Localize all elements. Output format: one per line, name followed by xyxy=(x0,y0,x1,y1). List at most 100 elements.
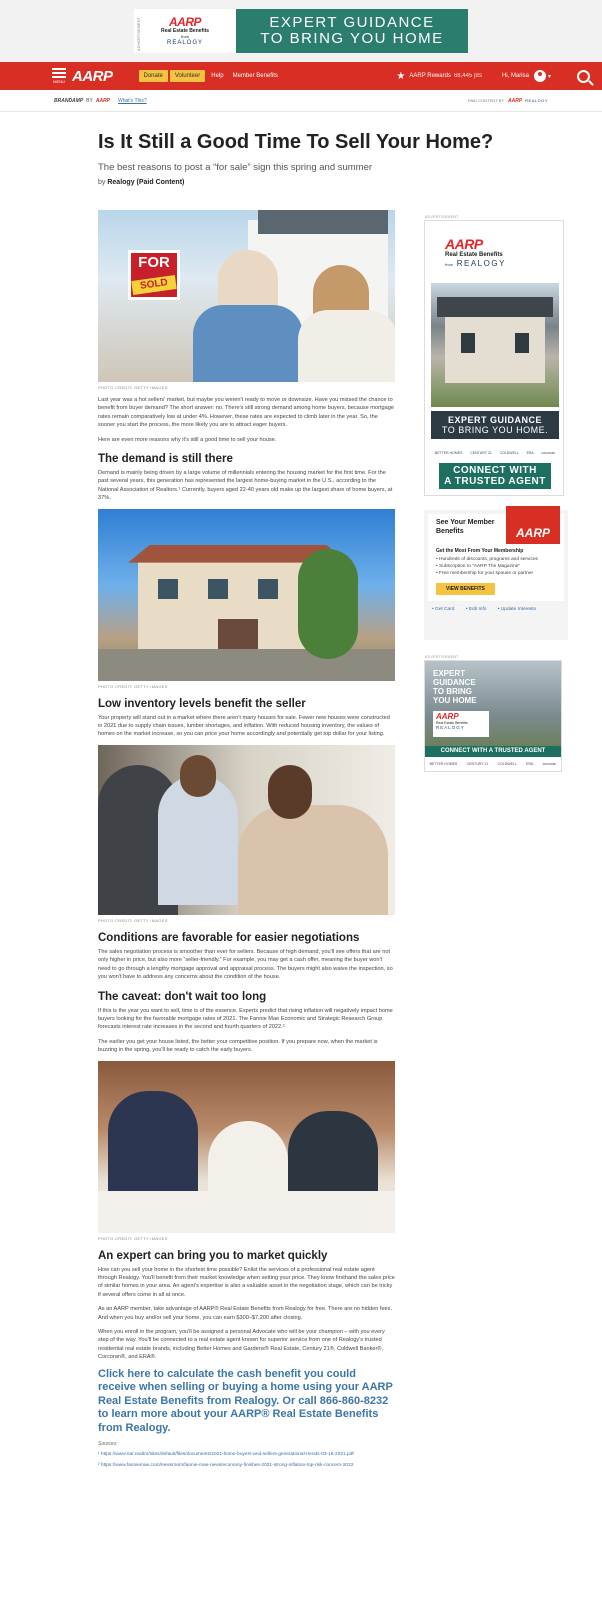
byline-by: by xyxy=(98,179,106,186)
connect-agent-button[interactable]: CONNECT WITH A TRUSTED AGENT xyxy=(425,746,561,757)
ad-headline-line1: EXPERT GUIDANCE xyxy=(447,415,542,425)
get-card-link[interactable]: • Get Card xyxy=(432,607,459,612)
brandamp-by: BY xyxy=(86,97,93,104)
aarp-home-logo[interactable]: AARP xyxy=(72,68,113,85)
brandamp-row: BRANDAMP BY AARP What's This? PAID CONTE… xyxy=(0,90,602,112)
paragraph: Here are even more reasons why it's stil… xyxy=(98,436,277,443)
edit-info-link[interactable]: • Edit Info xyxy=(466,607,492,612)
aarp-logo: AARP xyxy=(168,15,202,29)
paid-content-label: PAID CONTENT BY xyxy=(468,98,504,103)
paragraph: How can you sell your home in the shorte… xyxy=(98,1266,395,1298)
ad-tag: ADVERTISEMENT xyxy=(425,215,459,219)
ad-brand-logos: BETTER HOMES CENTURY 21 COLDWELL ERA cor… xyxy=(434,451,556,455)
brandamp-label: BRANDAMP xyxy=(54,97,84,104)
realogy-logo: REALOGY xyxy=(436,725,465,730)
paragraph: As an AARP member, take advantage of AAR… xyxy=(98,1306,393,1321)
ad-brand-logos: BETTER HOMES CENTURY 21 COLDWELL ERA cor… xyxy=(425,757,561,771)
calculate-benefit-link[interactable]: Click here to calculate the cash benefit… xyxy=(98,1368,395,1436)
rewards-link[interactable]: ★ AARP Rewards 68,445 pts xyxy=(396,71,482,82)
byline: by Realogy (Paid Content) xyxy=(98,179,404,186)
section-heading-conditions: Conditions are favorable for easier nego… xyxy=(98,931,360,944)
member-benefits-subtitle: Get the Most From Your Membership xyxy=(436,548,524,554)
photo-credit: PHOTO CREDIT: GETTY IMAGES xyxy=(98,917,168,923)
section-heading-inventory: Low inventory levels benefit the seller xyxy=(98,697,306,710)
photo-credit: PHOTO CREDIT: GETTY IMAGES xyxy=(98,683,168,689)
photo-handshake xyxy=(98,744,395,915)
ad-tag: ADVERTISEMENT xyxy=(425,655,459,659)
main-nav: MENU AARP Donate Volunteer Help Member B… xyxy=(0,62,602,90)
volunteer-button[interactable]: Volunteer xyxy=(169,70,206,82)
for-sign-text: FOR xyxy=(138,254,170,271)
paragraph: When you enroll in the program, you'll b… xyxy=(98,1328,385,1361)
article-header: Is It Still a Good Time To Sell Your Hom… xyxy=(98,130,494,186)
top-banner-ad-area: ADVERTISEMENT AARP Real Estate Benefits … xyxy=(0,0,602,62)
sidebar-ad-1[interactable]: ADVERTISEMENT AARP Real Estate Benefits … xyxy=(424,215,564,496)
ad-tag: ADVERTISEMENT xyxy=(136,17,141,51)
ad-house-image xyxy=(431,283,559,407)
member-benefits-title: See Your Member Benefits xyxy=(436,519,495,535)
ad-headline-line2: TO BRING YOU HOME xyxy=(260,30,444,47)
aarp-logo: AARP xyxy=(445,236,483,252)
star-icon: ★ xyxy=(396,70,406,82)
brandamp-aarp: AARP xyxy=(95,97,111,104)
rewards-points: 68,445 pts xyxy=(453,73,482,79)
realogy-logo: REALOGY xyxy=(166,40,203,46)
ad-program-name: Real Estate Benefits xyxy=(445,252,503,258)
top-banner-ad[interactable]: ADVERTISEMENT AARP Real Estate Benefits … xyxy=(134,9,468,53)
ad-logo-box: AARP Real Estate Benefits from REALOGY xyxy=(433,231,557,275)
member-benefits-body: Get the Most From Your Membership Hundre… xyxy=(428,544,564,601)
ad-headline-line2: TO BRING YOU HOME. xyxy=(441,425,549,435)
whats-this-link[interactable]: What's This? xyxy=(118,98,147,104)
avatar-icon xyxy=(533,70,546,82)
paragraph: If this is the year you want to sell, ti… xyxy=(98,1007,393,1031)
user-menu[interactable]: Hi, Marisa ▾ xyxy=(502,70,551,82)
member-benefits-link[interactable]: Member Benefits xyxy=(233,73,278,79)
user-greeting: Hi, Marisa xyxy=(501,73,529,79)
menu-label: MENU xyxy=(53,79,65,84)
page-title: Is It Still a Good Time To Sell Your Hom… xyxy=(98,131,494,153)
aarp-logo: AARP xyxy=(436,712,459,721)
ad-logo-panel: ADVERTISEMENT AARP Real Estate Benefits … xyxy=(134,9,236,53)
view-benefits-button[interactable]: VIEW BENEFITS xyxy=(436,583,495,595)
member-benefits-list: Hundreds of discounts, programs and serv… xyxy=(436,556,556,577)
paid-realogy-logo: REALOGY xyxy=(525,98,548,103)
byline-author: Realogy (Paid Content) xyxy=(107,179,185,186)
photo-large-house xyxy=(98,508,395,681)
search-icon[interactable] xyxy=(577,69,590,83)
photo-credit: PHOTO CREDIT: GETTY IMAGES xyxy=(98,385,168,390)
realogy-logo: from REALOGY xyxy=(445,259,506,268)
member-links: • Get Card • Edit Info • Update Interest… xyxy=(424,601,568,618)
photo-family-table xyxy=(98,1060,395,1233)
help-link[interactable]: Help xyxy=(211,73,223,79)
membership-card: AARP xyxy=(506,506,560,544)
paid-aarp-logo: AARP xyxy=(507,97,523,104)
sources-label: Sources: xyxy=(98,1441,118,1448)
update-interests-link[interactable]: • Update Interests xyxy=(498,607,541,612)
list-item: Free membership for your spouse or partn… xyxy=(436,570,556,577)
photo-couple-sold-sign: FOR SOLD xyxy=(98,210,395,382)
menu-button[interactable]: MENU xyxy=(52,68,66,84)
paragraph: Demand is mainly being driven by a large… xyxy=(98,470,393,502)
source-link-1[interactable]: ¹ https://www.nar.realtor/sites/default/… xyxy=(98,1451,395,1458)
rewards-label: AARP Rewards xyxy=(409,73,451,79)
article-subtitle: The best reasons to post a “for sale” si… xyxy=(98,162,373,173)
ad-headline: EXPERT GUIDANCE TO BRING YOU HOME xyxy=(433,669,477,705)
connect-agent-button[interactable]: CONNECT WITH A TRUSTED AGENT xyxy=(439,463,551,489)
chevron-down-icon: ▾ xyxy=(547,73,551,80)
ad-logo-box: AARP Real Estate Benefits REALOGY xyxy=(433,711,489,737)
paragraph: Your property will stand out in a market… xyxy=(98,714,390,738)
ad-headline: EXPERT GUIDANCE TO BRING YOU HOME. xyxy=(431,411,559,439)
list-item: Subscription to "AARP The Magazine" xyxy=(436,563,556,570)
source-link-2[interactable]: ² https://www.fanniemae.com/newsroom/fan… xyxy=(98,1462,395,1469)
section-heading-expert: An expert can bring you to market quickl… xyxy=(98,1249,328,1262)
member-benefits-widget: See Your Member Benefits AARP Get the Mo… xyxy=(424,506,568,640)
section-heading-demand: The demand is still there xyxy=(98,453,233,466)
member-benefits-header: See Your Member Benefits AARP xyxy=(428,506,564,544)
paragraph: The earlier you get your house listed, t… xyxy=(98,1038,378,1054)
hamburger-icon xyxy=(52,68,66,78)
ad-headline: EXPERT GUIDANCE TO BRING YOU HOME xyxy=(236,9,468,53)
sidebar-ad-2[interactable]: ADVERTISEMENT EXPERT GUIDANCE TO BRING Y… xyxy=(424,655,562,772)
paragraph: Last year was a hot sellers' market, but… xyxy=(98,397,394,429)
photo-credit: PHOTO CREDIT: GETTY IMAGES xyxy=(98,1235,168,1241)
donate-button[interactable]: Donate xyxy=(138,70,168,82)
